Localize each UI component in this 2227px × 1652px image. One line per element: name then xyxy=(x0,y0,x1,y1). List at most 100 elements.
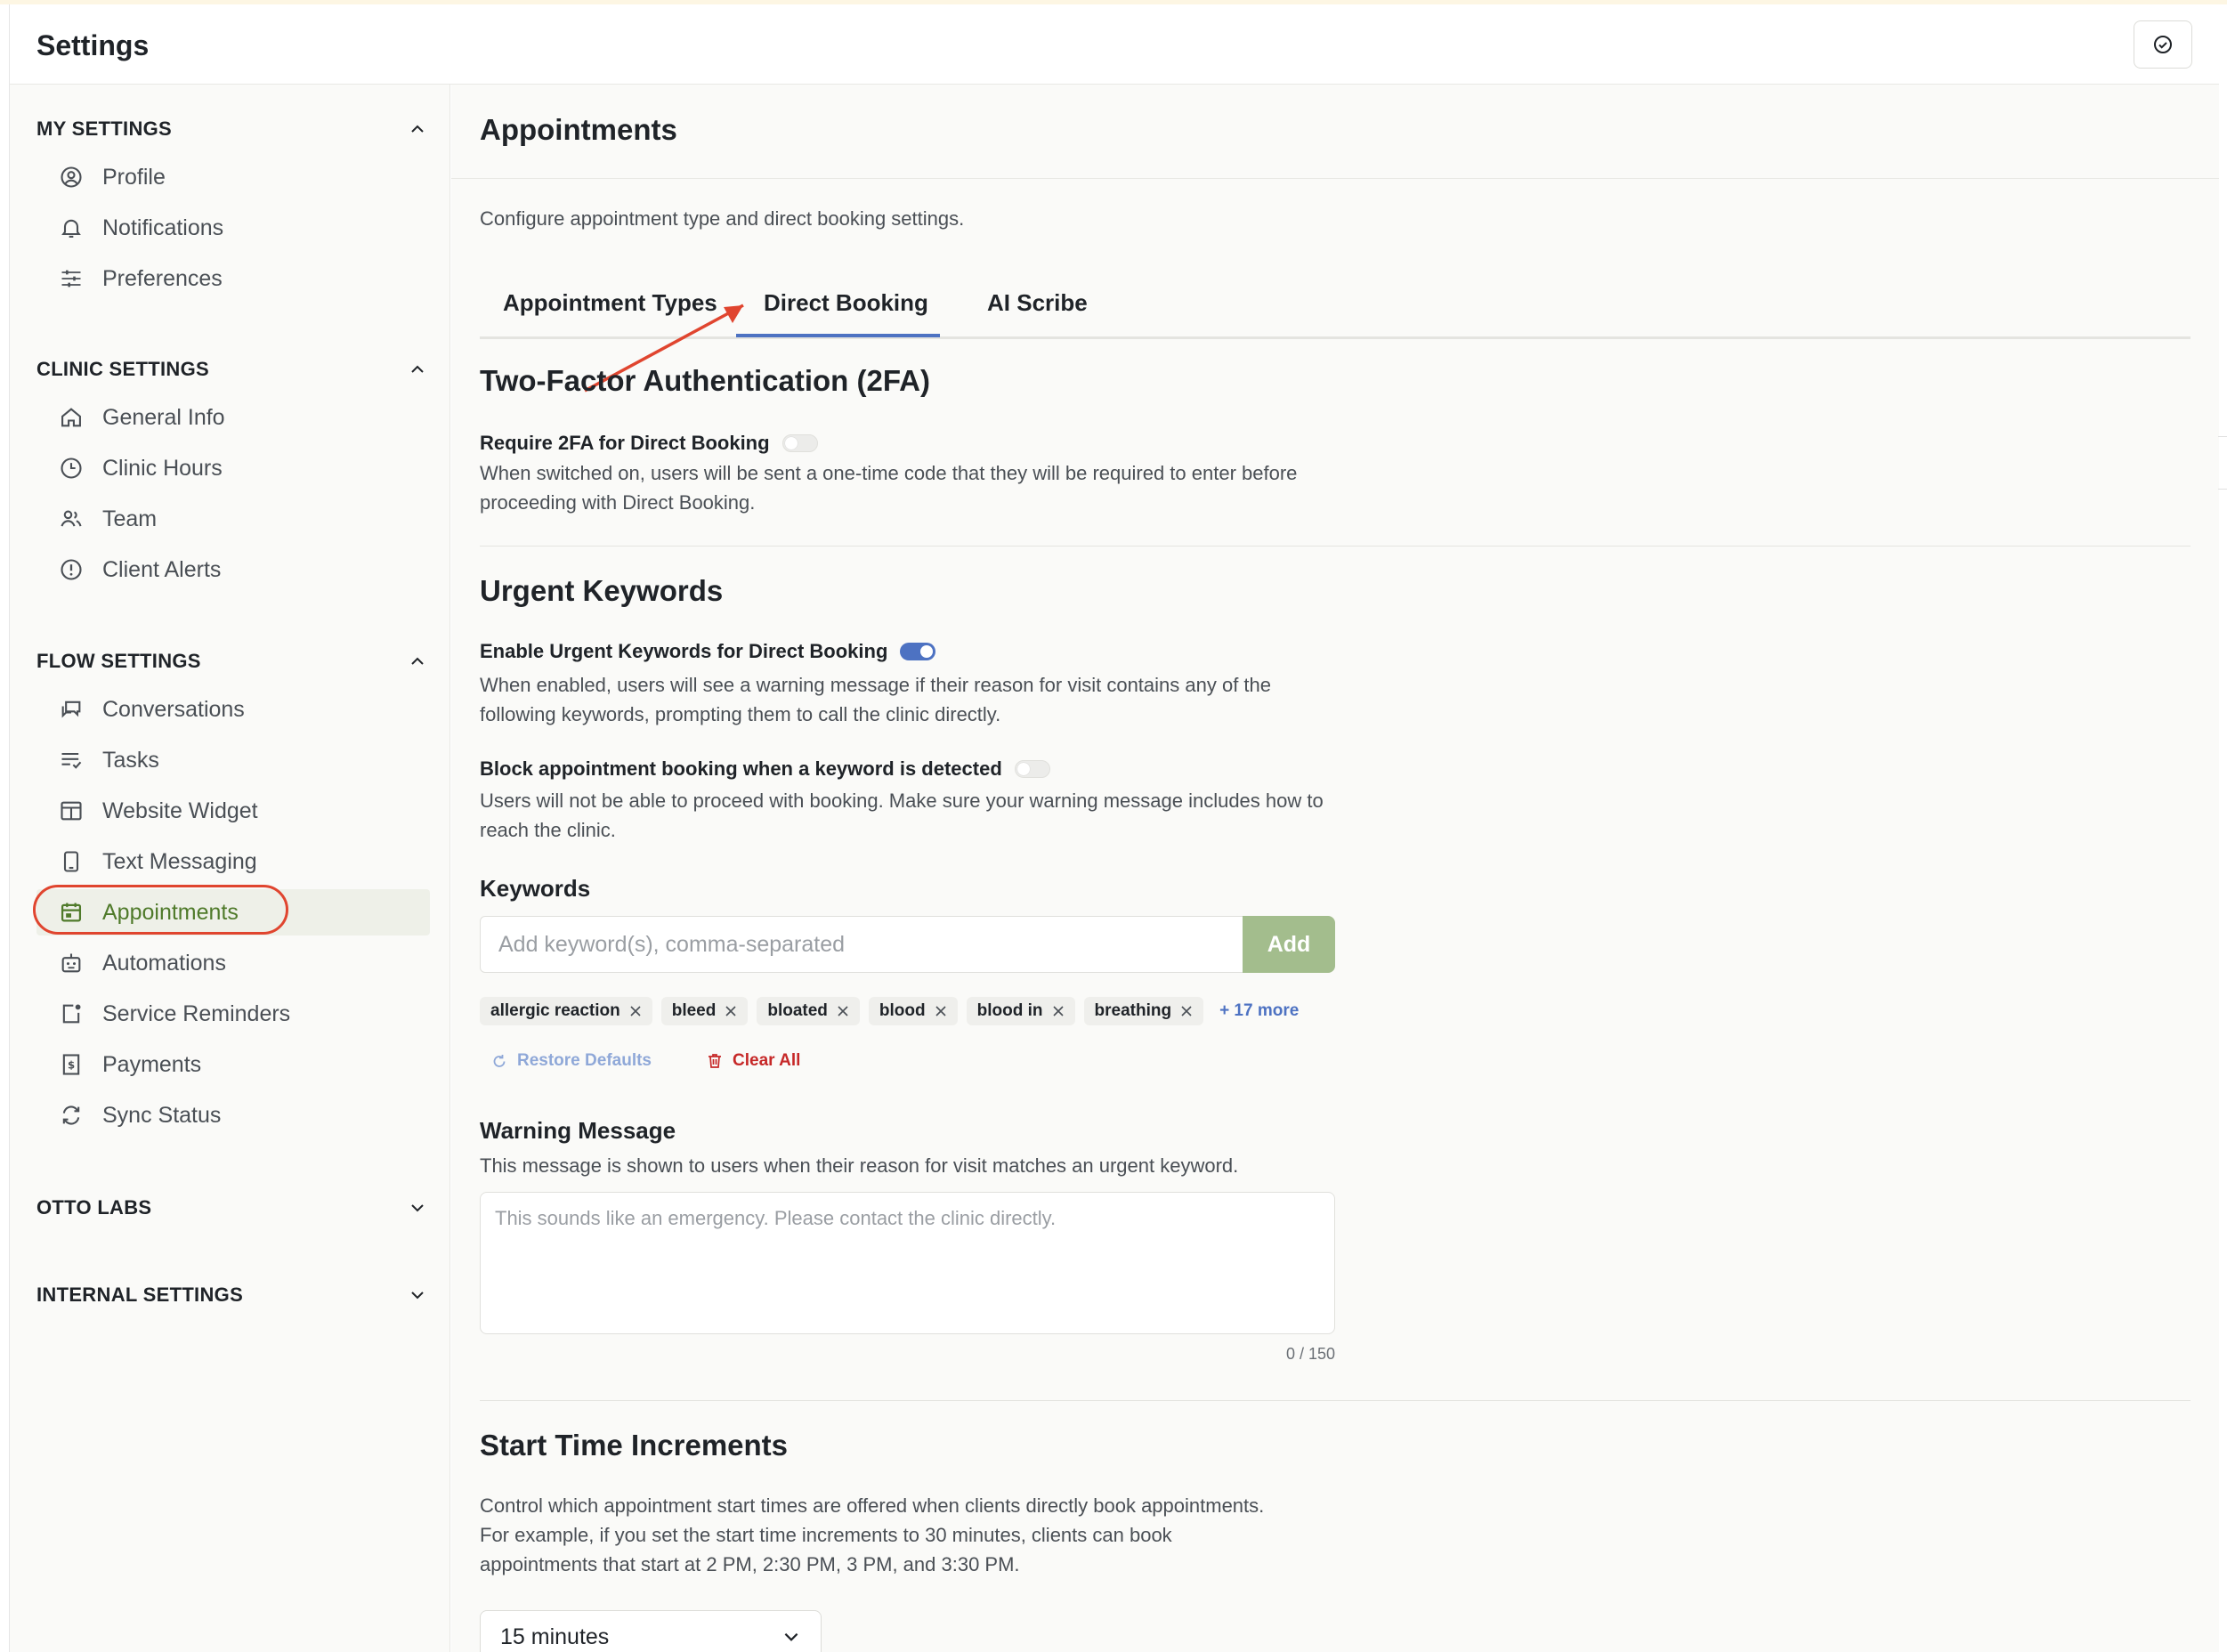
sidebar-item-label: Payments xyxy=(102,1051,202,1077)
warning-message-textarea[interactable] xyxy=(480,1192,1335,1334)
page-head: Appointments xyxy=(451,85,2219,179)
page-description: Configure appointment type and direct bo… xyxy=(480,207,965,230)
page-header-title: Settings xyxy=(36,29,150,61)
chip-label: breathing xyxy=(1094,1001,1172,1020)
section-flow-settings[interactable]: FLOW SETTINGS xyxy=(36,645,428,677)
twofa-toggle[interactable] xyxy=(781,434,818,452)
sidebar-item-conversations[interactable]: Conversations xyxy=(36,686,430,733)
remove-chip-icon[interactable] xyxy=(1180,1005,1193,1017)
clear-all-label: Clear All xyxy=(733,1051,801,1070)
chevron-down-icon xyxy=(784,1632,798,1641)
settings-sidebar: MY SETTINGS Profile Notifications Prefer… xyxy=(10,85,450,1652)
chevron-up-icon xyxy=(407,118,428,140)
add-keyword-button[interactable]: Add xyxy=(1243,916,1335,973)
divider xyxy=(480,546,2191,547)
bell-icon xyxy=(58,215,85,241)
sidebar-item-label: Preferences xyxy=(102,265,223,291)
sidebar-item-team[interactable]: Team xyxy=(36,496,430,542)
sidebar-item-notifications[interactable]: Notifications xyxy=(36,205,430,251)
selected-increment: 15 minutes xyxy=(500,1624,610,1649)
sidebar-item-tasks[interactable]: Tasks xyxy=(36,737,430,783)
sidebar-item-profile[interactable]: Profile xyxy=(36,154,430,200)
robot-icon xyxy=(58,950,85,976)
chip-label: allergic reaction xyxy=(490,1001,620,1020)
remove-chip-icon[interactable] xyxy=(725,1005,737,1017)
sidebar-item-general-info[interactable]: General Info xyxy=(36,394,430,441)
check-status-button[interactable] xyxy=(2134,20,2192,69)
chevron-down-icon xyxy=(407,1284,428,1306)
section-otto-labs[interactable]: OTTO LABS xyxy=(36,1192,428,1224)
section-internal-settings[interactable]: INTERNAL SETTINGS xyxy=(36,1279,428,1311)
twofa-option: Require 2FA for Direct Booking xyxy=(480,432,818,455)
main-content: Appointments Configure appointment type … xyxy=(451,85,2219,1652)
chevron-up-icon xyxy=(407,359,428,380)
tab-ai-scribe[interactable]: AI Scribe xyxy=(987,289,1088,317)
keyword-chip: bleed xyxy=(660,997,749,1025)
sidebar-item-label: Client Alerts xyxy=(102,556,222,582)
sidebar-item-label: Notifications xyxy=(102,215,224,240)
remove-chip-icon[interactable] xyxy=(1052,1005,1065,1017)
alert-circle-icon xyxy=(58,556,85,583)
sidebar-item-client-alerts[interactable]: Client Alerts xyxy=(36,547,430,593)
character-counter: 0 / 150 xyxy=(1285,1345,1335,1363)
sidebar-item-label: Team xyxy=(102,506,158,531)
start-time-description: Control which appointment start times ar… xyxy=(480,1494,1265,1575)
section-clinic-settings[interactable]: CLINIC SETTINGS xyxy=(36,353,428,385)
remove-chip-icon[interactable] xyxy=(837,1005,849,1017)
section-label: FLOW SETTINGS xyxy=(36,650,201,672)
sidebar-item-automations[interactable]: Automations xyxy=(36,940,430,986)
sidebar-item-clinic-hours[interactable]: Clinic Hours xyxy=(36,445,430,491)
svg-text:$: $ xyxy=(68,1059,75,1072)
sidebar-item-label: Website Widget xyxy=(102,798,258,823)
sidebar-item-service-reminders[interactable]: Service Reminders xyxy=(36,991,430,1037)
sidebar-item-label: General Info xyxy=(102,404,225,430)
sidebar-item-text-messaging[interactable]: Text Messaging xyxy=(36,838,430,885)
enable-urgent-toggle[interactable] xyxy=(900,643,936,660)
chip-label: blood xyxy=(879,1001,926,1020)
chat-bubbles-icon xyxy=(58,696,85,723)
twofa-heading: Two-Factor Authentication (2FA) xyxy=(480,364,930,397)
block-booking-toggle[interactable] xyxy=(1014,760,1050,778)
sidebar-item-website-widget[interactable]: Website Widget xyxy=(36,788,430,834)
sidebar-item-preferences[interactable]: Preferences xyxy=(36,255,430,302)
remove-chip-icon[interactable] xyxy=(629,1005,642,1017)
remove-chip-icon[interactable] xyxy=(935,1005,947,1017)
enable-urgent-description: When enabled, users will see a warning m… xyxy=(480,674,1272,725)
users-icon xyxy=(58,506,85,532)
enable-urgent-label: Enable Urgent Keywords for Direct Bookin… xyxy=(480,640,888,662)
urgent-keywords-heading: Urgent Keywords xyxy=(480,574,724,607)
chip-label: bleed xyxy=(671,1001,717,1020)
clear-all-button[interactable]: Clear All xyxy=(706,1051,800,1071)
start-time-increment-select[interactable]: 15 minutes xyxy=(480,1610,822,1652)
block-booking-label: Block appointment booking when a keyword… xyxy=(480,757,1002,780)
sidebar-item-sync-status[interactable]: Sync Status xyxy=(36,1092,430,1138)
keyword-chip: bloated xyxy=(757,997,860,1025)
section-label: OTTO LABS xyxy=(36,1196,152,1219)
sidebar-item-payments[interactable]: $ Payments xyxy=(36,1041,430,1088)
block-booking-description: Users will not be able to proceed with b… xyxy=(480,790,1324,841)
sliders-icon xyxy=(58,265,85,292)
enable-urgent-option: Enable Urgent Keywords for Direct Bookin… xyxy=(480,640,936,663)
sidebar-item-label: Clinic Hours xyxy=(102,455,223,481)
section-label: INTERNAL SETTINGS xyxy=(36,1284,244,1306)
phone-icon xyxy=(58,848,85,875)
more-keywords-link[interactable]: + 17 more xyxy=(1219,1001,1299,1021)
sidebar-item-label: Sync Status xyxy=(102,1102,222,1128)
restore-defaults-label: Restore Defaults xyxy=(517,1051,652,1070)
calendar-icon xyxy=(58,899,85,926)
invoice-dollar-icon: $ xyxy=(58,1051,85,1078)
keyword-input[interactable] xyxy=(480,916,1245,973)
section-my-settings[interactable]: MY SETTINGS xyxy=(36,113,428,145)
sidebar-item-appointments[interactable]: Appointments xyxy=(36,889,430,935)
keyword-chip: allergic reaction xyxy=(480,997,652,1025)
browser-window-icon xyxy=(58,798,85,824)
keyword-chip: blood xyxy=(868,997,958,1025)
sidebar-item-label: Automations xyxy=(102,950,226,976)
restore-defaults-button[interactable]: Restore Defaults xyxy=(490,1051,652,1071)
block-booking-option: Block appointment booking when a keyword… xyxy=(480,757,1050,781)
keyword-chip-list: allergic reaction bleed bloated blood bl… xyxy=(480,994,1299,1028)
tab-direct-booking[interactable]: Direct Booking xyxy=(764,289,928,317)
chip-label: blood in xyxy=(976,1001,1043,1020)
refresh-icon xyxy=(493,1055,506,1067)
keyword-chip: blood in xyxy=(966,997,1075,1025)
